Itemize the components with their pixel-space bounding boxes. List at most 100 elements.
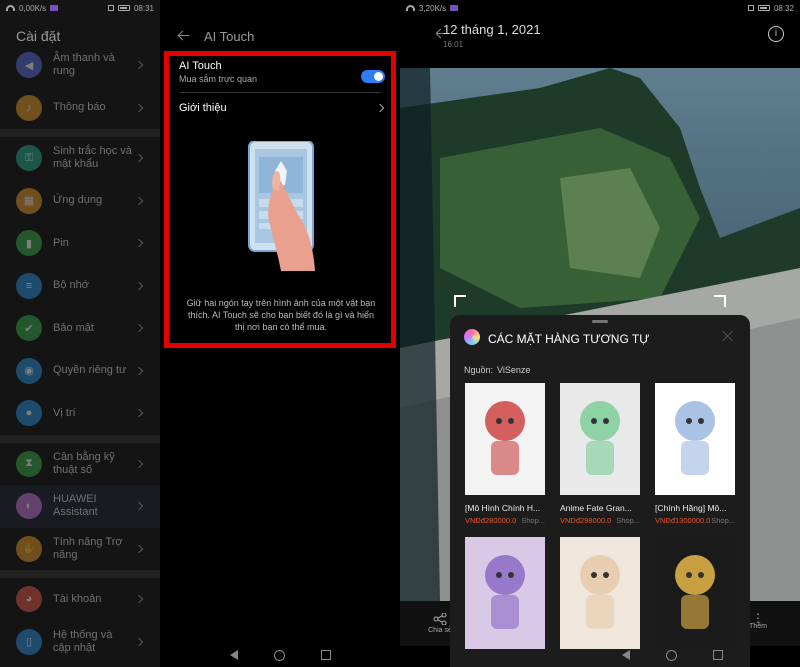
notification-icon <box>450 5 459 11</box>
product-image <box>655 383 735 495</box>
sheet-title: CÁC MẶT HÀNG TƯƠNG TỰ <box>488 332 650 346</box>
chevron-right-icon <box>134 409 144 418</box>
product-price: VNDđ298000.0 <box>560 516 612 525</box>
wifi-icon <box>6 5 15 11</box>
toggle-label: AI Touch <box>179 60 222 72</box>
settings-item[interactable]: ≡ Bộ nhớ <box>0 265 160 308</box>
selection-corner <box>454 295 466 307</box>
nav-bar <box>0 647 160 663</box>
settings-item-label: Tài khoản <box>53 592 102 605</box>
nav-recents-icon[interactable] <box>713 650 723 660</box>
ai-touch-switch[interactable] <box>361 70 385 83</box>
highlighted-card: AI Touch Mua sắm trực quan Giới thiệu Gi… <box>164 51 396 348</box>
product-card[interactable]: [Mô Hình Chính H... VNDđ280000.0 Shop... <box>465 383 545 525</box>
chevron-right-icon <box>134 502 144 511</box>
product-name: Anime Fate Gran... <box>560 503 632 513</box>
notification-icon <box>50 5 59 11</box>
product-name: [Chính Hãng] Mô... <box>655 503 727 513</box>
photo-time: 16:01 <box>443 40 464 49</box>
similar-items-sheet: CÁC MẶT HÀNG TƯƠNG TỰ Nguồn: ViSenze [Mô … <box>450 315 750 667</box>
chevron-right-icon <box>134 61 144 70</box>
toggle-sublabel: Mua sắm trực quan <box>179 74 258 84</box>
product-shop: Shop... <box>616 516 640 525</box>
product-shop: Shop... <box>521 516 545 525</box>
sim-icon <box>747 5 754 11</box>
selection-corner <box>714 295 726 307</box>
sim-icon <box>107 5 114 11</box>
settings-item[interactable]: ▮ Pin <box>0 222 160 265</box>
product-card[interactable] <box>465 537 545 660</box>
nav-home-icon[interactable] <box>666 649 677 661</box>
settings-item[interactable]: ▦ Ứng dụng <box>0 180 160 223</box>
product-card[interactable] <box>560 537 640 660</box>
wifi-icon <box>406 5 415 11</box>
settings-item[interactable]: ● Vị trí <box>0 392 160 435</box>
settings-item-label: Bộ nhớ <box>53 279 89 292</box>
bell-icon: ♪ <box>16 94 42 121</box>
chevron-right-icon <box>134 281 144 290</box>
product-meta: VNDđ280000.0 Shop... <box>465 516 545 525</box>
product-meta: VNDđ1300000.0 Shop... <box>655 516 735 525</box>
product-card[interactable]: Anime Fate Gran... VNDđ298000.0 Shop... <box>560 383 640 525</box>
nav-bar <box>600 647 800 663</box>
settings-item[interactable]: ◉ Quyền riêng tư <box>0 350 160 393</box>
settings-item[interactable]: ⚿ Sinh trắc học và mật khẩu <box>0 137 160 180</box>
product-image <box>655 537 735 649</box>
product-shop: Shop... <box>711 516 735 525</box>
assistant-icon: ◐ <box>16 493 42 520</box>
settings-item[interactable]: ♪ Thông báo <box>0 87 160 130</box>
location-icon: ● <box>16 400 42 427</box>
nav-back-icon[interactable] <box>622 650 630 660</box>
product-card[interactable] <box>655 537 735 660</box>
settings-item[interactable]: ✋ Tính năng Trợ năng <box>0 528 160 571</box>
status-bar: 0,00K/s 08:31 <box>0 0 160 16</box>
settings-item[interactable]: ◐ HUAWEI Assistant <box>0 485 160 528</box>
settings-item-label: Sinh trắc học và mật khẩu <box>53 145 132 171</box>
drag-handle[interactable] <box>592 320 608 323</box>
back-arrow-icon[interactable] <box>178 30 190 42</box>
share-button[interactable]: Chia sẻ <box>428 612 452 634</box>
info-icon[interactable]: i <box>768 26 784 42</box>
battery-status-icon <box>117 5 130 11</box>
section-divider <box>0 570 160 578</box>
product-price: VNDđ280000.0 <box>465 516 517 525</box>
source-label: Nguồn: <box>464 365 494 375</box>
nav-back-icon[interactable] <box>229 650 238 660</box>
settings-item-label: Cân bằng kỹ thuật số <box>53 450 115 476</box>
photo-date: 12 tháng 1, 2021 <box>443 22 541 37</box>
settings-item[interactable]: ⧗ Cân bằng kỹ thuật số <box>0 443 160 486</box>
account-icon: ◕ <box>16 586 42 613</box>
nav-home-icon[interactable] <box>273 649 285 661</box>
hand-icon: ✋ <box>16 535 42 562</box>
share-label: Chia sẻ <box>428 627 452 634</box>
page-title: Cài đặt <box>16 28 61 44</box>
photo-header: 12 tháng 1, 2021 16:01 i <box>400 16 800 66</box>
clock: 08:31 <box>133 3 154 13</box>
settings-item[interactable]: ◀ Âm thanh và rung <box>0 44 160 87</box>
status-bar: 3,20K/s 08:32 <box>400 0 800 16</box>
intro-row[interactable]: Giới thiệu <box>179 102 385 114</box>
ai-touch-toggle-row[interactable]: AI Touch Mua sắm trực quan <box>179 60 385 84</box>
settings-item-label: Âm thanh và rung <box>53 52 115 78</box>
settings-item-label: Ứng dụng <box>53 194 103 207</box>
settings-list: ◀ Âm thanh và rung ♪ Thông báo ⚿ Sinh trắc họ… <box>0 44 160 663</box>
product-card[interactable]: [Chính Hãng] Mô... VNDđ1300000.0 Shop... <box>655 383 735 525</box>
settings-panel: 0,00K/s 08:31 Cài đặt ◀ Âm thanh và rung ♪… <box>0 0 160 667</box>
apps-icon: ▦ <box>16 187 42 214</box>
product-image <box>560 383 640 495</box>
chevron-right-icon <box>375 103 385 113</box>
settings-item[interactable]: ◕ Tài khoản <box>0 578 160 621</box>
settings-item-label: Bảo mật <box>53 321 94 334</box>
chevron-right-icon <box>134 637 144 646</box>
privacy-icon: ◉ <box>16 357 42 384</box>
clock: 08:32 <box>773 3 794 13</box>
settings-item-label: Pin <box>53 236 69 249</box>
product-name: [Mô Hình Chính H... <box>465 503 541 513</box>
close-icon[interactable] <box>722 330 734 342</box>
section-divider <box>0 434 160 443</box>
chevron-right-icon <box>134 103 144 112</box>
settings-item-label: Tính năng Trợ năng <box>53 535 123 561</box>
nav-recents-icon[interactable] <box>320 650 331 660</box>
settings-item[interactable]: ✔ Bảo mật <box>0 307 160 350</box>
network-speed: 0,00K/s <box>19 3 47 13</box>
